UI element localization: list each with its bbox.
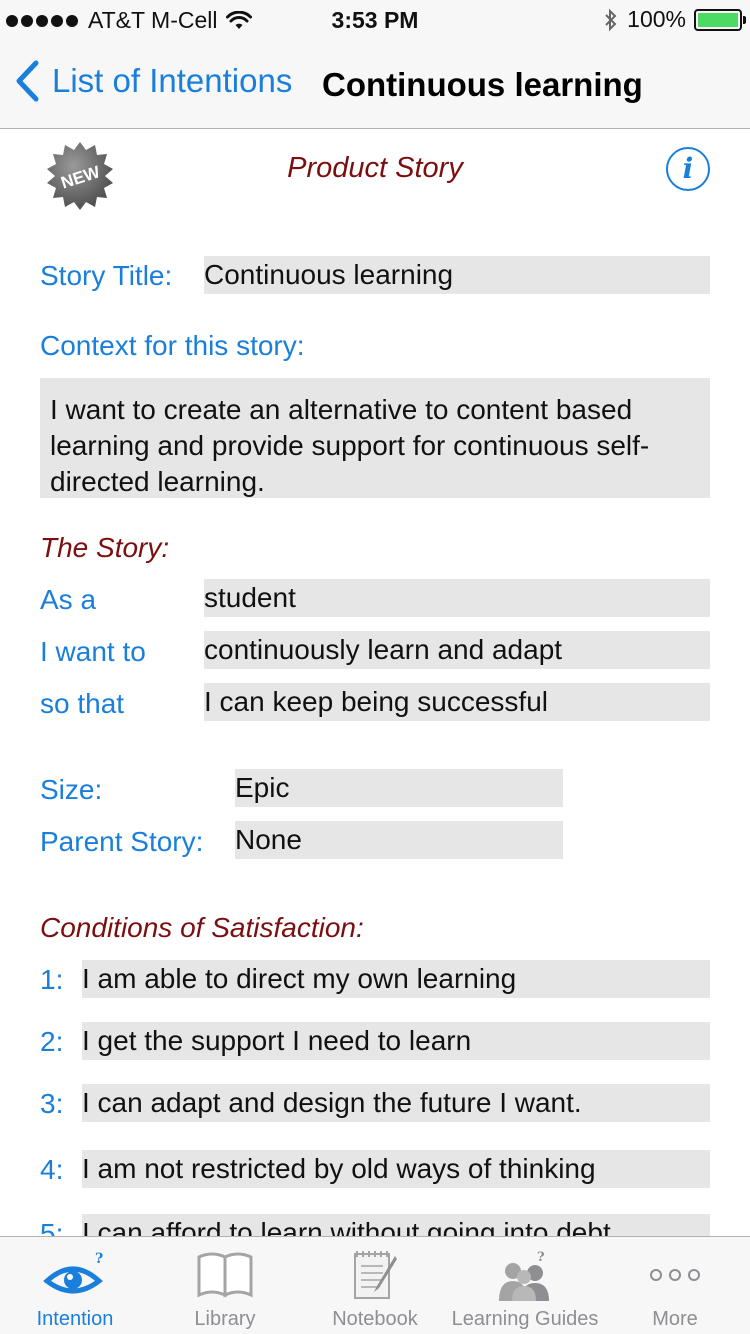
- condition-number: 4:: [40, 1154, 64, 1185]
- tab-label: Learning Guides: [451, 1308, 599, 1330]
- product-story-content[interactable]: NEW Product Story i Story Title: Continu…: [0, 130, 750, 1236]
- svg-text:?: ?: [537, 1250, 545, 1265]
- tab-label: More: [652, 1308, 698, 1330]
- condition-field-5[interactable]: I can afford to learn without going into…: [82, 1214, 710, 1236]
- battery-icon: [694, 8, 746, 31]
- as-a-field[interactable]: student: [204, 579, 710, 617]
- chevron-left-icon: [16, 60, 39, 102]
- people-icon: ?: [450, 1245, 600, 1305]
- so-that-label: so that: [40, 688, 125, 719]
- back-button[interactable]: List of Intentions: [14, 60, 292, 102]
- so-that-field[interactable]: I can keep being successful: [204, 683, 710, 721]
- size-field[interactable]: Epic: [235, 769, 563, 807]
- condition-field-3[interactable]: I can adapt and design the future I want…: [82, 1084, 710, 1122]
- condition-number: 3:: [40, 1088, 64, 1119]
- story-title-label: Story Title:: [40, 260, 173, 291]
- conditions-heading: Conditions of Satisfaction:: [40, 912, 364, 943]
- bluetooth-icon: [605, 8, 617, 31]
- parent-story-field[interactable]: None: [235, 821, 563, 859]
- condition-field-1[interactable]: I am able to direct my own learning: [82, 960, 710, 998]
- condition-number: 5:: [40, 1218, 64, 1236]
- tab-intention[interactable]: ? Intention: [0, 1237, 150, 1334]
- info-button[interactable]: i: [666, 147, 710, 191]
- condition-number: 2:: [40, 1026, 64, 1057]
- notebook-icon: [300, 1245, 450, 1305]
- tab-learning-guides[interactable]: ? Learning Guides: [450, 1237, 600, 1334]
- condition-field-2[interactable]: I get the support I need to learn: [82, 1022, 710, 1060]
- i-want-to-field[interactable]: continuously learn and adapt: [204, 631, 710, 669]
- size-label: Size:: [40, 774, 103, 805]
- product-story-heading: Product Story: [287, 152, 463, 184]
- tab-library[interactable]: Library: [150, 1237, 300, 1334]
- context-field[interactable]: I want to create an alternative to conte…: [40, 378, 710, 498]
- tab-more[interactable]: More: [600, 1237, 750, 1334]
- navigation-bar: List of Intentions Continuous learning: [0, 40, 750, 129]
- battery-percent: 100%: [627, 6, 686, 32]
- tab-bar: ? Intention Library Notebook ? Learning …: [0, 1236, 750, 1334]
- the-story-heading: The Story:: [40, 532, 170, 563]
- page-title: Continuous learning: [322, 66, 643, 103]
- eye-icon: ?: [0, 1245, 150, 1305]
- status-right: 100%: [603, 6, 746, 33]
- tab-label: Library: [194, 1308, 256, 1330]
- as-a-label: As a: [40, 584, 97, 615]
- condition-number: 1:: [40, 964, 64, 995]
- status-bar: AT&T M-Cell 3:53 PM 100%: [0, 0, 750, 40]
- book-icon: [150, 1245, 300, 1305]
- story-title-field[interactable]: Continuous learning: [204, 256, 710, 294]
- svg-text:?: ?: [95, 1251, 103, 1267]
- parent-story-label: Parent Story:: [40, 826, 204, 857]
- more-icon: [600, 1245, 750, 1305]
- context-label: Context for this story:: [40, 330, 305, 361]
- back-button-label: List of Intentions: [52, 62, 293, 99]
- tab-label: Notebook: [332, 1308, 418, 1330]
- condition-field-4[interactable]: I am not restricted by old ways of think…: [82, 1150, 710, 1188]
- tab-label: Intention: [36, 1308, 114, 1330]
- tab-notebook[interactable]: Notebook: [300, 1237, 450, 1334]
- i-want-to-label: I want to: [40, 636, 146, 667]
